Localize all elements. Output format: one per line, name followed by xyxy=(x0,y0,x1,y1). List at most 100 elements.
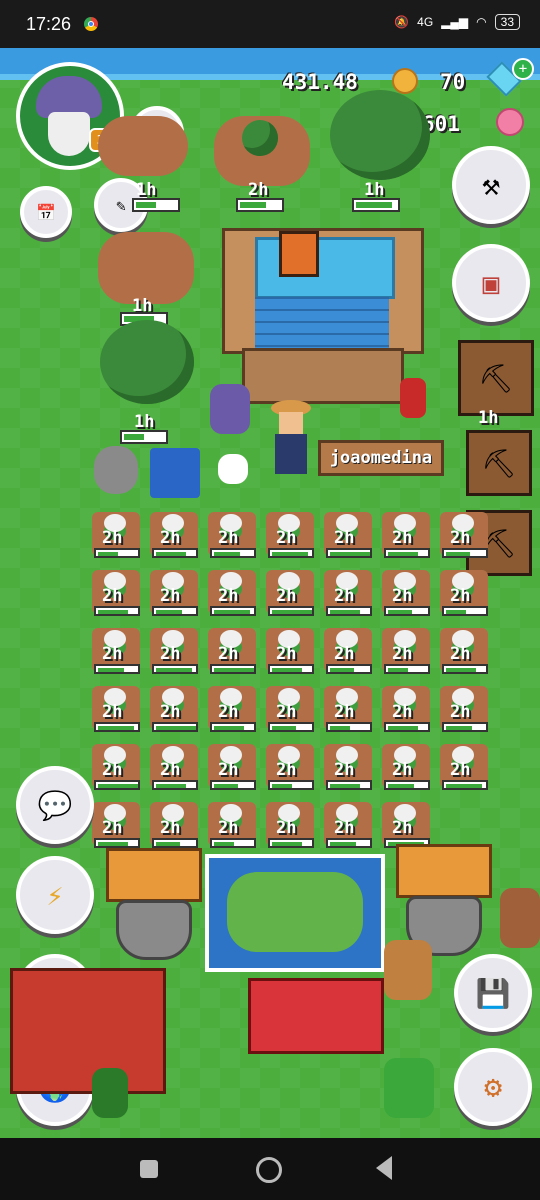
pickaxe-button-1[interactable]: ⛏ xyxy=(466,430,532,496)
crop-timer-label: 2h xyxy=(392,702,413,722)
game-canvas[interactable]: 431.48 70 + 4.4601 34 📅 ✎ ⏱ 1h 2h 1h 1h … xyxy=(0,48,540,1138)
crop-plot[interactable]: 2h xyxy=(324,744,372,790)
crop-plot[interactable]: 2h xyxy=(208,570,256,616)
toolbox-button[interactable]: ▣ xyxy=(452,244,530,322)
crop-plot[interactable]: 2h xyxy=(440,570,488,616)
pencil-icon: ✎ xyxy=(116,195,126,215)
crop-plot[interactable]: 2h xyxy=(150,570,198,616)
explorer-npc[interactable] xyxy=(500,888,540,948)
crop-plot[interactable]: 2h xyxy=(92,686,140,732)
crop-plot[interactable]: 2h xyxy=(92,628,140,674)
crop-progress-bar xyxy=(210,606,256,616)
crop-plot[interactable]: 2h xyxy=(92,570,140,616)
crop-plot[interactable]: 2h xyxy=(324,512,372,558)
world-map[interactable] xyxy=(205,854,385,972)
crop-plot[interactable]: 2h xyxy=(266,686,314,732)
chest-icon[interactable] xyxy=(279,231,319,277)
lightning-button[interactable]: ⚡ xyxy=(16,856,94,934)
crop-plot[interactable]: 2h xyxy=(92,802,140,848)
calendar-icon: 📅 xyxy=(36,202,56,222)
mailbox[interactable] xyxy=(400,378,426,418)
crop-plot[interactable]: 2h xyxy=(324,686,372,732)
crop-plot[interactable]: 2h xyxy=(266,570,314,616)
well-left[interactable] xyxy=(106,848,202,960)
crop-progress-bar xyxy=(384,664,430,674)
crop-plot[interactable]: 2h xyxy=(324,628,372,674)
barn[interactable] xyxy=(10,968,166,1094)
crop-plot[interactable]: 2h xyxy=(266,802,314,848)
crop-timer: 2h xyxy=(440,702,492,732)
soil-plot[interactable] xyxy=(98,116,188,176)
calendar-button[interactable]: 📅 xyxy=(20,186,72,238)
crop-timer-label: 2h xyxy=(276,528,297,548)
scarecrow[interactable] xyxy=(265,400,317,490)
crop-progress-bar xyxy=(384,606,430,616)
crop-plot[interactable]: 2h xyxy=(208,628,256,674)
crop-plot[interactable]: 2h xyxy=(440,686,488,732)
crop-timer-label: 2h xyxy=(276,586,297,606)
crop-plot[interactable]: 2h xyxy=(382,744,430,790)
portal-device[interactable] xyxy=(150,448,200,498)
rake-button[interactable]: ⛏ xyxy=(458,340,534,416)
save-button[interactable]: 💾 xyxy=(454,954,532,1032)
crop-plot[interactable]: 2h xyxy=(382,802,430,848)
green-creature[interactable] xyxy=(384,1058,434,1118)
crop-progress-bar xyxy=(94,664,140,674)
crop-timer: 2h xyxy=(208,644,260,674)
big-tree-timer: 1h xyxy=(364,180,385,200)
back-button[interactable] xyxy=(376,1156,392,1180)
bear-creature[interactable] xyxy=(384,940,432,1000)
crop-plot[interactable]: 2h xyxy=(92,512,140,558)
settings-button[interactable]: ⚙ xyxy=(454,1048,532,1126)
purple-creature[interactable] xyxy=(210,384,250,434)
crop-timer: 2h xyxy=(150,528,202,558)
crop-plot[interactable]: 2h xyxy=(150,512,198,558)
crop-timer: 2h xyxy=(266,644,318,674)
crop-timer: 2h xyxy=(266,760,318,790)
farmhouse[interactable] xyxy=(222,228,424,404)
crop-timer-label: 2h xyxy=(276,644,297,664)
sapling-plot[interactable] xyxy=(98,232,194,304)
crop-plot[interactable]: 2h xyxy=(440,512,488,558)
crop-plot[interactable]: 2h xyxy=(324,802,372,848)
oak-tree[interactable] xyxy=(100,320,194,404)
crop-plot[interactable]: 2h xyxy=(208,744,256,790)
chat-button[interactable]: 💬 xyxy=(16,766,94,844)
craft-button[interactable]: ⚒ xyxy=(452,146,530,224)
crop-timer: 2h xyxy=(440,760,492,790)
crop-plot[interactable]: 2h xyxy=(150,744,198,790)
crop-plot[interactable]: 2h xyxy=(266,512,314,558)
crop-progress-bar xyxy=(152,838,198,848)
crop-plot[interactable]: 2h xyxy=(208,686,256,732)
crop-plot[interactable]: 2h xyxy=(208,802,256,848)
crop-timer-label: 2h xyxy=(450,586,471,606)
spiral-stone[interactable] xyxy=(94,446,138,494)
crop-progress-bar xyxy=(442,606,488,616)
crop-plot[interactable]: 2h xyxy=(208,512,256,558)
crop-plot[interactable]: 2h xyxy=(150,802,198,848)
crop-plot[interactable]: 2h xyxy=(92,744,140,790)
recents-button[interactable] xyxy=(140,1160,158,1178)
crop-plot[interactable]: 2h xyxy=(440,744,488,790)
crop-plot[interactable]: 2h xyxy=(266,628,314,674)
crop-plot[interactable]: 2h xyxy=(150,628,198,674)
add-gems-button[interactable]: + xyxy=(512,58,534,80)
coin-icon xyxy=(392,68,418,94)
crop-progress-bar xyxy=(326,780,372,790)
home-button[interactable] xyxy=(256,1157,282,1183)
crop-plot[interactable]: 2h xyxy=(382,628,430,674)
crop-plot[interactable]: 2h xyxy=(324,570,372,616)
big-tree[interactable] xyxy=(330,90,430,180)
well-right[interactable] xyxy=(396,844,492,956)
crop-plot[interactable]: 2h xyxy=(266,744,314,790)
crop-timer: 2h xyxy=(150,586,202,616)
market-stall[interactable] xyxy=(248,978,384,1054)
goblin-npc[interactable] xyxy=(92,1068,128,1118)
crop-plot[interactable]: 2h xyxy=(382,512,430,558)
crop-plot[interactable]: 2h xyxy=(440,628,488,674)
crop-plot[interactable]: 2h xyxy=(150,686,198,732)
crop-plot[interactable]: 2h xyxy=(382,570,430,616)
mushroom-creature[interactable] xyxy=(218,454,248,484)
chat-icon: 💬 xyxy=(37,788,73,822)
crop-plot[interactable]: 2h xyxy=(382,686,430,732)
